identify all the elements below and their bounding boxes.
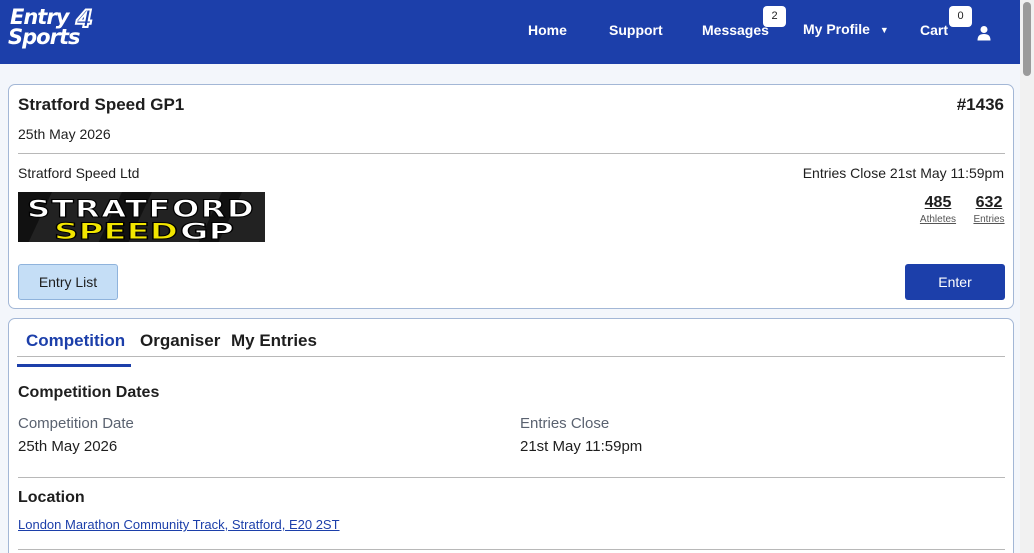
tab-divider bbox=[17, 356, 1005, 357]
logo-line2-yellow: SPEED bbox=[54, 220, 178, 242]
stratford-speed-gp-logo: STRATFORD SPEED GP bbox=[18, 192, 265, 242]
nav-my-profile-dropdown[interactable]: My Profile ▼ bbox=[803, 21, 889, 37]
divider bbox=[18, 477, 1005, 478]
athletes-count[interactable]: 485 bbox=[918, 194, 958, 212]
competition-dates-heading: Competition Dates bbox=[18, 384, 160, 401]
competition-date-value: 25th May 2026 bbox=[18, 438, 118, 455]
divider bbox=[18, 153, 1005, 154]
entries-close-label: Entries Close bbox=[520, 415, 610, 432]
location-heading: Location bbox=[18, 489, 85, 506]
tab-competition[interactable]: Competition bbox=[17, 331, 131, 367]
user-icon[interactable] bbox=[976, 25, 992, 41]
entries-label[interactable]: Entries bbox=[972, 214, 1006, 225]
location-link[interactable]: London Marathon Community Track, Stratfo… bbox=[18, 517, 340, 532]
organiser-name: Stratford Speed Ltd bbox=[18, 165, 140, 181]
logo-line1: STRATFORD bbox=[27, 195, 255, 223]
event-summary-card: Stratford Speed GP1 #1436 25th May 2026 … bbox=[8, 84, 1014, 309]
entries-close-value: 21st May 11:59pm bbox=[520, 438, 643, 455]
scrollbar-thumb[interactable] bbox=[1023, 2, 1031, 76]
my-profile-label: My Profile bbox=[803, 21, 870, 37]
competition-date-label: Competition Date bbox=[18, 415, 134, 432]
event-title: Stratford Speed GP1 bbox=[18, 95, 185, 114]
nav-support-link[interactable]: Support bbox=[609, 22, 663, 38]
entries-stat[interactable]: 632 Entries bbox=[972, 194, 1006, 225]
page-scrollbar[interactable] bbox=[1020, 0, 1034, 553]
athletes-label[interactable]: Athletes bbox=[918, 214, 958, 225]
logo-sports-text: Sports bbox=[8, 25, 80, 49]
chevron-down-icon: ▼ bbox=[879, 25, 889, 35]
entry4sports-logo[interactable]: Entry 4 Sports bbox=[8, 4, 112, 51]
logo-line2-white: GP bbox=[180, 220, 234, 242]
entries-count[interactable]: 632 bbox=[972, 194, 1006, 212]
cart-count-badge: 0 bbox=[949, 6, 972, 27]
enter-button[interactable]: Enter bbox=[905, 264, 1005, 300]
event-number: #1436 bbox=[956, 95, 1004, 114]
nav-cart-link[interactable]: Cart bbox=[920, 22, 948, 38]
competition-details-card: Competition Organiser My Entries Competi… bbox=[8, 318, 1014, 553]
event-date: 25th May 2026 bbox=[18, 126, 111, 142]
messages-count-badge: 2 bbox=[763, 6, 786, 27]
athletes-stat[interactable]: 485 Athletes bbox=[918, 194, 958, 225]
top-nav-bar: Entry 4 Sports Home Support Messages 2 M… bbox=[0, 0, 1020, 64]
entries-close-summary: Entries Close 21st May 11:59pm bbox=[802, 165, 1004, 181]
logo-lettering: STRATFORD SPEED GP bbox=[27, 195, 255, 243]
nav-messages-link[interactable]: Messages bbox=[702, 22, 769, 38]
divider bbox=[18, 549, 1005, 550]
entry-list-button[interactable]: Entry List bbox=[18, 264, 118, 300]
tab-organiser[interactable]: Organiser bbox=[140, 331, 220, 351]
nav-home-link[interactable]: Home bbox=[528, 22, 567, 38]
tab-my-entries[interactable]: My Entries bbox=[231, 331, 317, 351]
